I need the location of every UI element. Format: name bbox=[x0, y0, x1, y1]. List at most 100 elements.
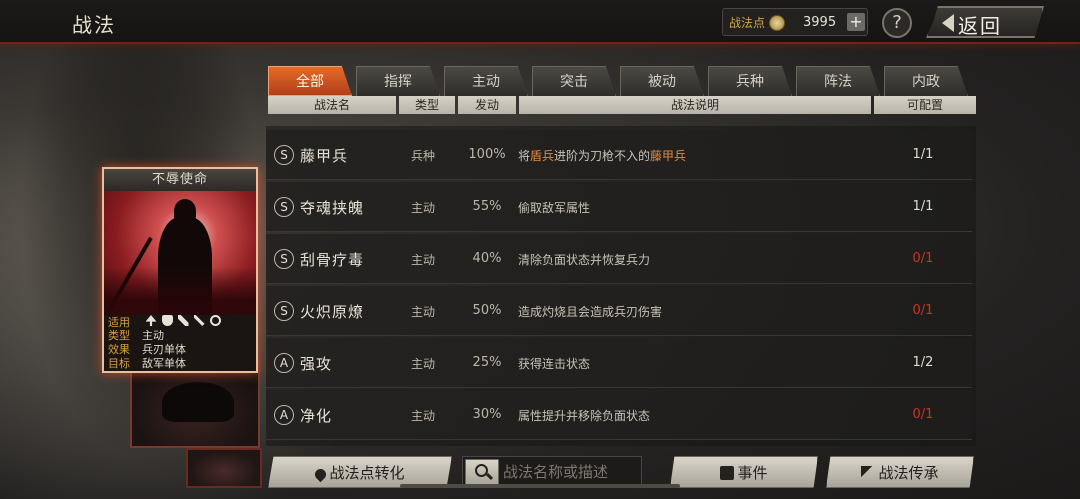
skill-config-count: 1/1 bbox=[912, 147, 934, 162]
skill-trigger-rate: 30% bbox=[472, 407, 502, 422]
selected-skill-card[interactable]: 不辱使命 适用 类型 主动 效果 兵刃单体 目标 敌军单体 bbox=[102, 167, 258, 373]
skill-row[interactable]: A 净化 主动 30% 属性提升并移除负面状态 0/1 bbox=[266, 390, 972, 440]
tab-internal-affairs[interactable]: 内政 bbox=[884, 66, 968, 96]
grade-badge: A bbox=[274, 405, 294, 425]
crowd-shape bbox=[104, 267, 256, 315]
bow-icon bbox=[177, 315, 189, 326]
page-title: 战法 bbox=[72, 13, 116, 37]
home-indicator bbox=[400, 484, 680, 488]
effect-value: 兵刃单体 bbox=[142, 343, 186, 356]
skill-type: 主动 bbox=[410, 357, 435, 371]
skill-inherit-button[interactable]: 战法传承 bbox=[826, 456, 974, 488]
card-back-art bbox=[162, 382, 234, 422]
troop-type-icons bbox=[145, 315, 226, 330]
skill-config-count: 1/2 bbox=[912, 355, 934, 370]
help-button[interactable]: ? bbox=[882, 8, 912, 38]
desc-highlight: 盾兵 bbox=[530, 149, 555, 163]
type-value: 主动 bbox=[142, 329, 164, 342]
back-button-label: 返回 bbox=[958, 14, 1002, 38]
skill-name: 净化 bbox=[300, 407, 333, 425]
skill-type: 主动 bbox=[410, 253, 435, 267]
card-target-row: 目标 敌军单体 bbox=[108, 357, 186, 371]
skill-row[interactable]: S 夺魂挟魄 主动 55% 偷取敌军属性 1/1 bbox=[266, 182, 972, 232]
back-button[interactable]: 返回 bbox=[926, 6, 1044, 38]
apply-label: 适用 bbox=[108, 315, 130, 329]
grade-badge: S bbox=[274, 145, 294, 165]
skill-inherit-label: 战法传承 bbox=[878, 464, 939, 482]
card-effect-row: 效果 兵刃单体 bbox=[108, 343, 186, 357]
event-label: 事件 bbox=[737, 464, 768, 482]
search-input[interactable] bbox=[503, 461, 637, 483]
skill-trigger-rate: 55% bbox=[472, 199, 502, 214]
skill-trigger-rate: 100% bbox=[468, 147, 506, 162]
skill-row[interactable]: A 强攻 主动 25% 获得连击状态 1/2 bbox=[266, 338, 972, 388]
skill-points-value: 3995 bbox=[803, 15, 837, 30]
skill-card-back[interactable] bbox=[186, 448, 262, 488]
skill-config-count: 0/1 bbox=[912, 251, 934, 266]
tab-all[interactable]: 全部 bbox=[268, 66, 352, 96]
skill-name: 夺魂挟魄 bbox=[300, 199, 365, 217]
drop-icon bbox=[313, 466, 329, 483]
cavalry-icon bbox=[145, 315, 157, 326]
target-value: 敌军单体 bbox=[142, 357, 186, 370]
header-description: 战法说明 bbox=[519, 96, 871, 114]
skill-config-count: 1/1 bbox=[912, 199, 934, 214]
grade-badge: S bbox=[274, 249, 294, 269]
skill-trigger-rate: 40% bbox=[472, 251, 502, 266]
skill-name: 强攻 bbox=[300, 355, 333, 373]
skill-description: 将盾兵进阶为刀枪不入的藤甲兵 bbox=[518, 147, 686, 164]
skill-trigger-rate: 25% bbox=[472, 355, 502, 370]
tab-assault[interactable]: 突击 bbox=[532, 66, 616, 96]
skill-config-count: 0/1 bbox=[912, 303, 934, 318]
type-label: 类型 bbox=[108, 329, 130, 342]
skill-row[interactable]: S 火炽原燎 主动 50% 造成灼烧且会造成兵刃伤害 0/1 bbox=[266, 286, 972, 336]
desc-text: 将 bbox=[518, 149, 531, 163]
top-bar: 战法 战法点 3995 + ? 返回 bbox=[0, 0, 1080, 44]
skill-description: 偷取敌军属性 bbox=[518, 201, 591, 215]
grade-badge: S bbox=[274, 197, 294, 217]
desc-text: 进阶为刀枪不入的 bbox=[554, 149, 651, 163]
convert-points-label: 战法点转化 bbox=[329, 464, 405, 482]
grade-badge: A bbox=[274, 353, 294, 373]
card-title: 不辱使命 bbox=[104, 169, 256, 191]
skill-type: 主动 bbox=[410, 201, 435, 215]
skill-description: 获得连击状态 bbox=[518, 357, 591, 371]
event-button[interactable]: 事件 bbox=[670, 456, 818, 488]
add-points-button[interactable]: + bbox=[847, 13, 865, 31]
event-icon bbox=[720, 466, 735, 480]
category-tabs: 全部 指挥 主动 突击 被动 兵种 阵法 内政 bbox=[268, 66, 968, 96]
hammer-icon bbox=[861, 466, 876, 480]
skill-name: 藤甲兵 bbox=[300, 147, 349, 165]
tab-active[interactable]: 主动 bbox=[444, 66, 528, 96]
spear-icon bbox=[193, 315, 205, 326]
back-arrow-icon bbox=[942, 14, 954, 32]
header-skill-name[interactable]: 战法名 bbox=[268, 96, 396, 114]
effect-label: 效果 bbox=[108, 343, 130, 356]
skill-type: 兵种 bbox=[410, 149, 435, 163]
skill-list[interactable]: S 藤甲兵 兵种 100% 将盾兵进阶为刀枪不入的藤甲兵 1/1 S 夺魂挟魄 … bbox=[266, 126, 976, 446]
header-type[interactable]: 类型 bbox=[399, 96, 455, 114]
search-icon-handle bbox=[485, 472, 494, 481]
tab-formation[interactable]: 阵法 bbox=[796, 66, 880, 96]
tab-passive[interactable]: 被动 bbox=[620, 66, 704, 96]
target-label: 目标 bbox=[108, 357, 130, 370]
tab-troop-type[interactable]: 兵种 bbox=[708, 66, 792, 96]
skill-row[interactable]: S 藤甲兵 兵种 100% 将盾兵进阶为刀枪不入的藤甲兵 1/1 bbox=[266, 130, 972, 180]
header-configurable[interactable]: 可配置 bbox=[874, 96, 976, 114]
skill-name: 火炽原燎 bbox=[300, 303, 365, 321]
skill-description: 造成灼烧且会造成兵刃伤害 bbox=[518, 305, 663, 319]
skill-description: 清除负面状态并恢复兵力 bbox=[518, 253, 651, 267]
header-trigger-rate[interactable]: 发动 bbox=[458, 96, 516, 114]
desc-highlight: 藤甲兵 bbox=[650, 149, 687, 163]
skill-row[interactable]: S 刮骨疗毒 主动 40% 清除负面状态并恢复兵力 0/1 bbox=[266, 234, 972, 284]
skill-card-back[interactable] bbox=[130, 360, 260, 448]
skill-type: 主动 bbox=[410, 409, 435, 423]
tab-command[interactable]: 指挥 bbox=[356, 66, 440, 96]
siege-wheel-icon bbox=[209, 315, 221, 326]
skill-point-coin-icon bbox=[769, 15, 785, 31]
card-info: 适用 类型 主动 效果 兵刃单体 目标 敌军单体 bbox=[108, 315, 256, 371]
skill-description: 属性提升并移除负面状态 bbox=[518, 409, 651, 423]
search-button[interactable] bbox=[465, 459, 499, 485]
skill-config-count: 0/1 bbox=[912, 407, 934, 422]
skill-points-label: 战法点 bbox=[729, 16, 766, 30]
